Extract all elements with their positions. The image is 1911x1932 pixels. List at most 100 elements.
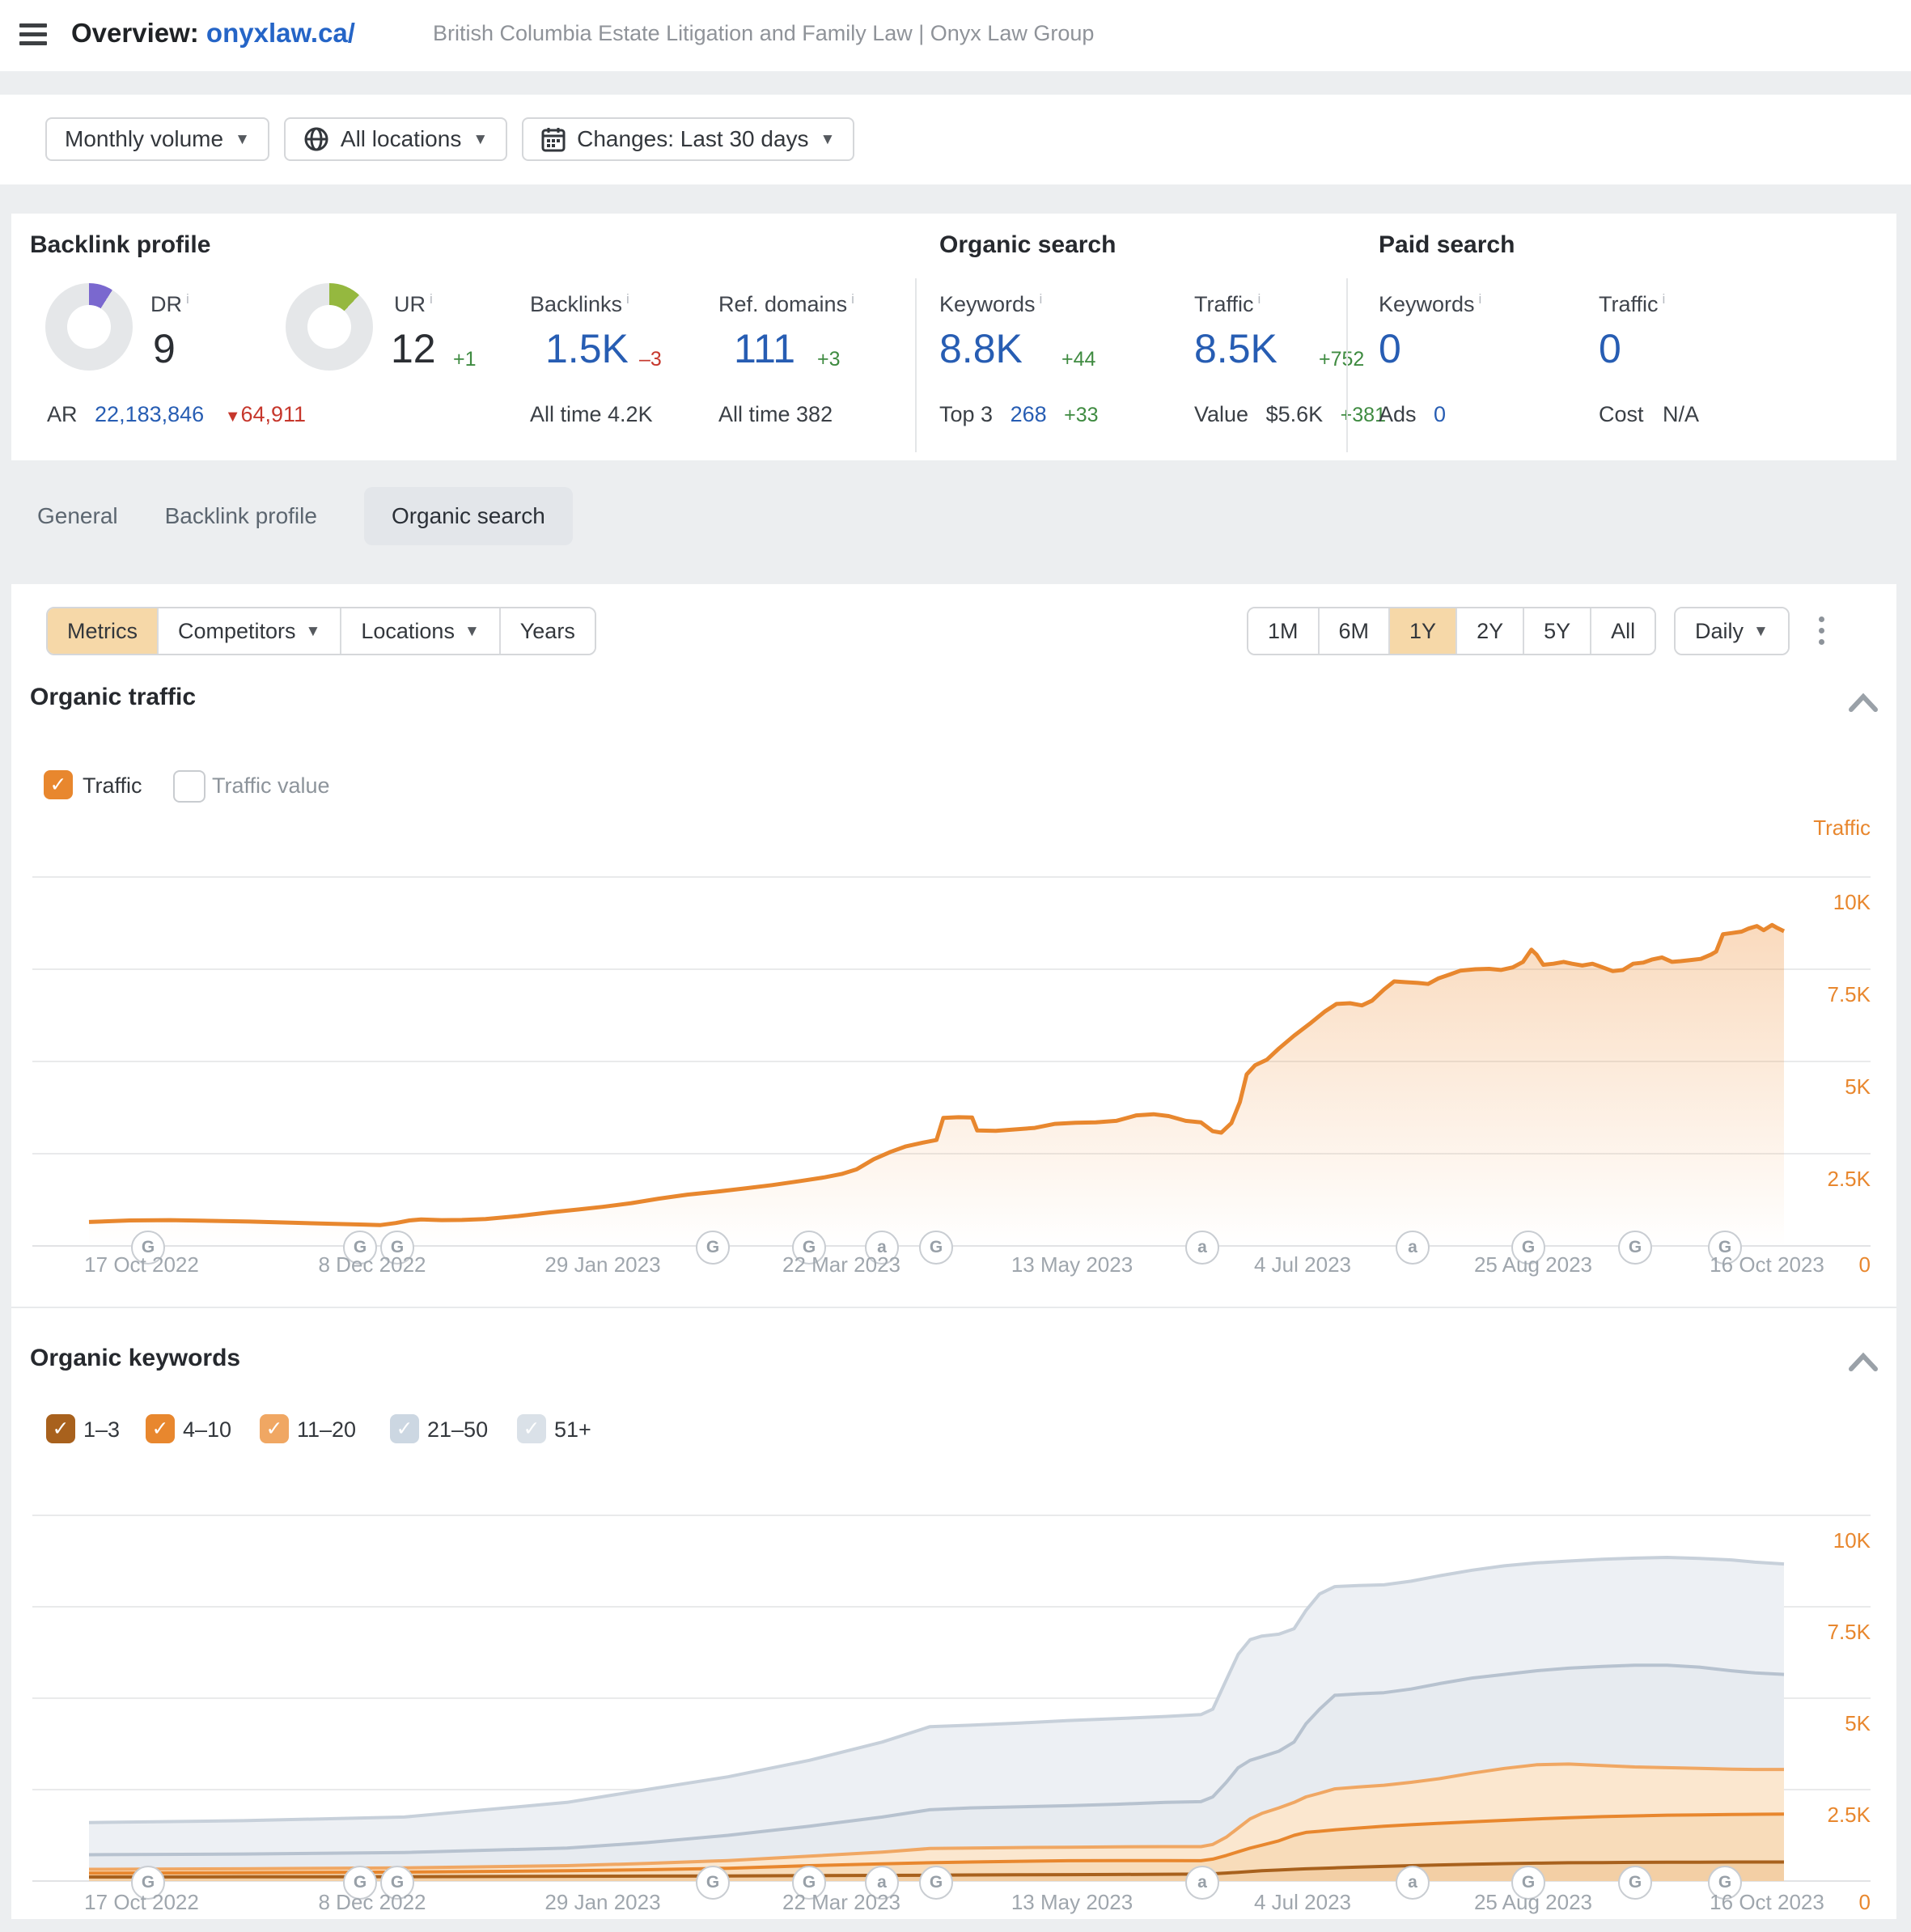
ar-value[interactable]: 22,183,846 [95,402,204,426]
value-amount: $5.6K [1266,402,1324,426]
google-update-marker[interactable]: G [696,1866,730,1900]
x-axis-date: 22 Mar 2023 [744,1252,939,1277]
ref-domains-value[interactable]: 111 [734,325,795,372]
locations-filter-button[interactable]: All locations▼ [284,117,507,161]
organic-keywords-value[interactable]: 8.8K [939,325,1023,372]
range-1y-button[interactable]: 1Y [1390,608,1457,654]
kw-checkbox-11–20[interactable]: ✓ [260,1414,289,1443]
range-5y-button[interactable]: 5Y [1524,608,1591,654]
tab-backlink-profile[interactable]: Backlink profile [165,487,317,545]
ur-label: URi [394,291,433,317]
more-options-icon[interactable] [1819,616,1824,645]
x-axis-date: 13 May 2023 [975,1890,1169,1915]
volume-filter-label: Monthly volume [65,126,223,152]
info-icon[interactable]: i [626,291,629,307]
ar-delta: 64,911 [240,402,306,426]
x-axis-date: 4 Jul 2023 [1205,1890,1400,1915]
chevron-down-icon: ▼ [464,624,480,639]
range-1m-button[interactable]: 1M [1248,608,1320,654]
paid-traffic-value[interactable]: 0 [1599,325,1621,372]
kw-checkbox-1–3[interactable]: ✓ [46,1414,75,1443]
ahrefs-update-marker[interactable]: a [1396,1231,1430,1265]
y-axis-tick: 5K [1773,1074,1871,1099]
backlink-profile-title: Backlink profile [30,231,210,259]
info-icon[interactable]: i [1663,291,1666,307]
ahrefs-site-overview: Overview: onyxlaw.ca/ British Columbia E… [0,0,1911,1932]
kw-checkbox-4–10[interactable]: ✓ [146,1414,175,1443]
calendar-icon [541,126,566,152]
ref-domains-delta: +3 [817,348,841,371]
top3-value[interactable]: 268 [1011,402,1047,426]
chevron-down-icon: ▼ [306,624,321,639]
organic-keywords-delta: +44 [1061,348,1095,371]
divider [915,278,917,452]
organic-search-title: Organic search [939,231,1116,259]
organic-traffic-section-title: Organic traffic [30,684,196,711]
google-update-marker[interactable]: G [696,1231,730,1265]
backlinks-label: Backlinksi [530,291,629,317]
changes-filter-button[interactable]: Changes: Last 30 days ▼ [522,117,854,161]
cost-value: N/A [1663,402,1699,426]
x-axis-date: 25 Aug 2023 [1436,1252,1630,1277]
domain-link[interactable]: onyxlaw.ca/ [206,18,355,48]
changes-filter-label: Changes: Last 30 days [577,126,808,152]
volume-filter-button[interactable]: Monthly volume ▼ [45,117,269,161]
info-icon[interactable]: i [186,291,189,307]
x-axis-date: 4 Jul 2023 [1205,1252,1400,1277]
chevron-down-icon: ▼ [472,132,488,147]
range-2y-button[interactable]: 2Y [1457,608,1524,654]
info-icon[interactable]: i [1040,291,1043,307]
info-icon[interactable]: i [430,291,433,307]
y-axis-tick: 5K [1773,1711,1871,1736]
paid-traffic-label: Traffici [1599,291,1665,317]
locations-segment[interactable]: Locations▼ [341,608,500,654]
y-axis-tick: 7.5K [1773,982,1871,1007]
range-all-button[interactable]: All [1591,608,1655,654]
ar-label: AR [47,402,78,426]
y-axis-tick: 10K [1773,890,1871,915]
paid-keywords-value[interactable]: 0 [1379,325,1401,372]
granularity-control: Daily▼ [1674,607,1790,655]
x-axis-date: 17 Oct 2022 [44,1890,239,1915]
organic-traffic-value[interactable]: 8.5K [1194,325,1278,372]
tab-organic-search[interactable]: Organic search [364,487,573,545]
kw-checkbox-label: 21–50 [427,1417,488,1443]
info-icon[interactable]: i [1479,291,1482,307]
kw-checkbox-label: 1–3 [83,1417,120,1443]
kw-checkbox-label: 11–20 [297,1417,356,1443]
y-axis-tick: 0 [1773,1252,1871,1277]
organic-keywords-label: Keywordsi [939,291,1042,317]
x-axis-date: 29 Jan 2023 [506,1890,700,1915]
tab-general[interactable]: General [37,487,118,545]
chevron-down-icon: ▼ [235,132,250,147]
x-axis-date: 25 Aug 2023 [1436,1890,1630,1915]
paid-search-title: Paid search [1379,231,1515,259]
x-axis-date: 13 May 2023 [975,1252,1169,1277]
y-axis-tick: 7.5K [1773,1620,1871,1645]
y-axis-tick: 2.5K [1773,1803,1871,1828]
kw-checkbox-21–50[interactable]: ✓ [390,1414,419,1443]
years-segment[interactable]: Years [501,608,595,654]
ref-domains-label: Ref. domainsi [718,291,854,317]
info-icon[interactable]: i [851,291,854,307]
info-icon[interactable]: i [1258,291,1261,307]
menu-icon[interactable] [19,19,47,50]
metrics-segment[interactable]: Metrics [48,608,159,654]
y-axis-title: Traffic [1773,816,1871,841]
range-6m-button[interactable]: 6M [1320,608,1391,654]
backlinks-value[interactable]: 1.5K [545,325,629,372]
traffic-checkbox[interactable]: ✓ [44,770,73,799]
organic-keywords-section-title: Organic keywords [30,1345,240,1372]
view-segmented-control: Metrics Competitors▼ Locations▼ Years [46,607,596,655]
chevron-down-icon: ▼ [820,132,836,147]
section-divider [11,1307,1896,1308]
paid-keywords-label: Keywordsi [1379,291,1481,317]
granularity-button[interactable]: Daily▼ [1676,608,1788,654]
competitors-segment[interactable]: Competitors▼ [159,608,341,654]
value-row: Value $5.6K +381 [1194,402,1386,427]
ahrefs-update-marker[interactable]: a [1396,1866,1430,1900]
traffic-value-checkbox[interactable] [173,770,206,803]
ads-value[interactable]: 0 [1434,402,1446,426]
kw-checkbox-51+[interactable]: ✓ [517,1414,546,1443]
dr-value: 9 [153,325,176,372]
